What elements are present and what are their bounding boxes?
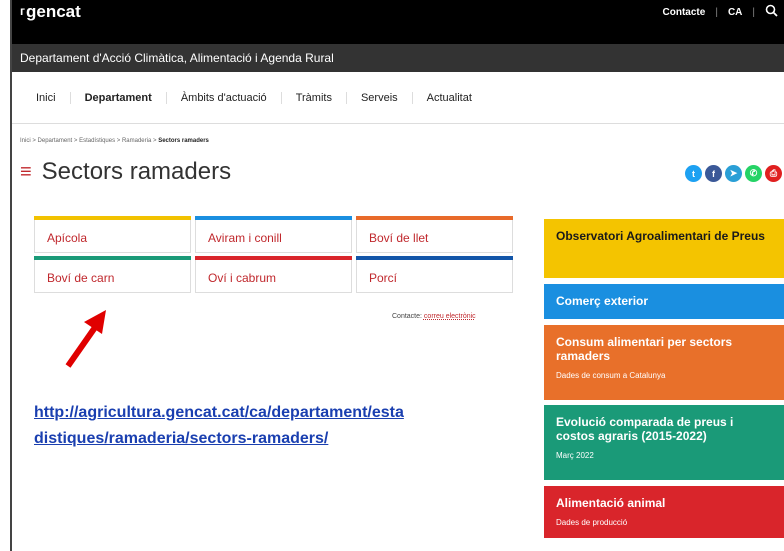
top-bar: ᴦgencat Contacte | CA |: [12, 0, 784, 44]
sector-link[interactable]: Oví i cabrum: [195, 256, 352, 293]
department-banner[interactable]: Departament d'Acció Climàtica, Alimentac…: [12, 44, 784, 72]
sector-link[interactable]: Apícola: [34, 216, 191, 253]
sidebar-card-subtitle: Dades de producció: [556, 518, 628, 527]
sector-color-bar: [356, 216, 513, 220]
sidebar-card-title: Comerç exterior: [556, 294, 649, 308]
nav-item-tramits[interactable]: Tràmits: [280, 91, 346, 104]
gencat-logo-text: gencat: [26, 2, 81, 21]
gencat-logo-mark: ᴦ: [20, 4, 25, 18]
sector-label: Boví de carn: [47, 271, 115, 285]
sidebar-card[interactable]: Consum alimentari per sectors ramaders Da…: [544, 325, 784, 400]
breadcrumb-item[interactable]: Ramaderia: [122, 138, 151, 144]
sidebar-card-subtitle: Dades de consum a Catalunya: [556, 371, 666, 380]
sector-link[interactable]: Porcí: [356, 256, 513, 293]
sector-label: Oví i cabrum: [208, 271, 277, 285]
utility-separator: |: [715, 6, 718, 18]
sidebar-card[interactable]: Evolució comparada de preus i costos agr…: [544, 405, 784, 480]
language-selector[interactable]: CA: [728, 7, 742, 18]
sector-label: Porcí: [369, 271, 398, 285]
sidebar-card-title: Evolució comparada de preus i costos agr…: [556, 415, 734, 443]
page-url-annotation[interactable]: http://agricultura.gencat.cat/ca/departa…: [34, 400, 544, 452]
breadcrumb-current: Sectors ramaders: [158, 138, 209, 144]
sector-color-bar: [195, 216, 352, 220]
sector-grid: Apícola Aviram i conill Boví de llet Boví d…: [34, 216, 513, 293]
twitter-icon[interactable]: t: [685, 165, 702, 182]
sector-link[interactable]: Boví de llet: [356, 216, 513, 253]
sector-link[interactable]: Boví de carn: [34, 256, 191, 293]
sector-color-bar: [356, 256, 513, 260]
breadcrumb-item[interactable]: Departament: [38, 138, 73, 144]
whatsapp-icon[interactable]: ✆: [745, 165, 762, 182]
utility-separator: |: [752, 6, 755, 18]
facebook-icon[interactable]: f: [705, 165, 722, 182]
telegram-icon[interactable]: ➤: [725, 165, 742, 182]
sector-color-bar: [34, 216, 191, 220]
email-link[interactable]: correu electrònic: [424, 313, 476, 320]
gencat-logo[interactable]: ᴦgencat: [20, 2, 81, 22]
breadcrumb-item[interactable]: Inici: [20, 138, 31, 144]
search-icon[interactable]: [765, 4, 778, 20]
browser-page: ᴦgencat Contacte | CA | Departament d'Ac…: [10, 0, 784, 551]
nav-item-inici[interactable]: Inici: [36, 92, 70, 104]
contact-label: Contacte:: [392, 313, 422, 320]
url-line-2: distiques/ramaderia/sectors-ramaders/: [34, 430, 329, 447]
nav-item-departament[interactable]: Departament: [69, 91, 166, 104]
sidebar-card-subtitle: Març 2022: [556, 451, 594, 460]
red-arrow-icon: [65, 310, 106, 368]
menu-icon[interactable]: ≡: [20, 161, 32, 184]
sector-label: Aviram i conill: [208, 231, 282, 245]
sidebar-card[interactable]: Observatori Agroalimentari de Preus: [544, 219, 784, 278]
sector-color-bar: [195, 256, 352, 260]
sector-link[interactable]: Aviram i conill: [195, 216, 352, 253]
contact-link[interactable]: Contacte: [663, 7, 706, 18]
social-share-bar: t f ➤ ✆ ⎙: [685, 165, 782, 182]
breadcrumb-item[interactable]: Estadístiques: [79, 138, 115, 144]
sidebar-card-title: Consum alimentari per sectors ramaders: [556, 335, 733, 363]
nav-item-actualitat[interactable]: Actualitat: [411, 91, 486, 104]
contact-line: Contacte: correu electrònic: [392, 313, 476, 320]
breadcrumb: Inici > Departament > Estadístiques > Ra…: [20, 138, 209, 144]
page-header: ≡ Sectors ramaders: [20, 158, 231, 186]
sidebar-card-title: Alimentació animal: [556, 496, 666, 510]
top-utility-links: Contacte | CA |: [663, 4, 778, 20]
print-icon[interactable]: ⎙: [765, 165, 782, 182]
sector-color-bar: [34, 256, 191, 260]
sidebar-card[interactable]: Alimentació animal Dades de producció: [544, 486, 784, 538]
page-title: Sectors ramaders: [41, 158, 232, 185]
nav-item-serveis[interactable]: Serveis: [345, 91, 412, 104]
nav-item-ambits[interactable]: Àmbits d'actuació: [165, 91, 281, 104]
sector-label: Apícola: [47, 231, 88, 245]
url-line-1: http://agricultura.gencat.cat/ca/departa…: [34, 404, 404, 421]
sidebar-card[interactable]: Comerç exterior: [544, 284, 784, 319]
main-nav: Inici Departament Àmbits d'actuació Tràm…: [12, 72, 784, 124]
sidebar-card-title: Observatori Agroalimentari de Preus: [556, 229, 765, 243]
sector-label: Boví de llet: [369, 231, 429, 245]
